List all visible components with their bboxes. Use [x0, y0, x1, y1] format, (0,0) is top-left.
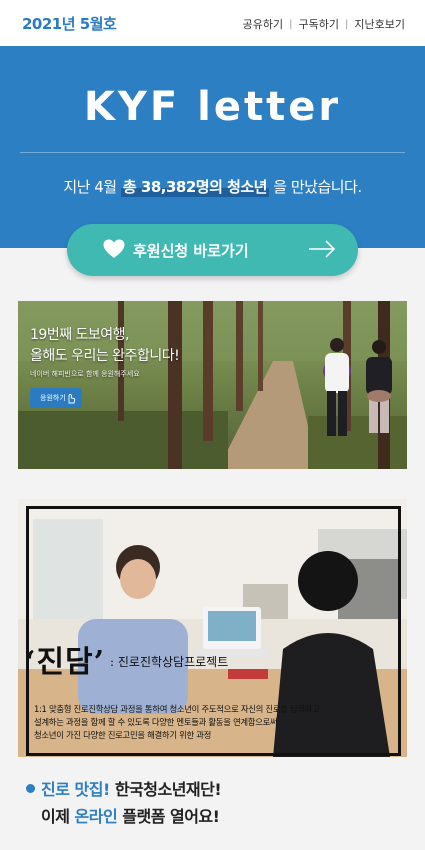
article-headline[interactable]: 진로 맛집! 한국청소년재단! 이제 온라인 플랫폼 열어요! — [26, 776, 222, 830]
arrow-right-icon — [309, 240, 336, 258]
top-links: 공유하기 | 구독하기 | 지난호보기 — [243, 16, 405, 32]
newsletter-title: KYF letter — [83, 84, 342, 130]
heart-icon — [103, 239, 125, 258]
headline-text-2b: 플랫폼 열어요! — [117, 807, 220, 826]
hero-sub-before: 지난 4월 — [63, 178, 117, 196]
hero-subtitle: 지난 4월 총 38,382명의 청소년 을 만났습니다. — [0, 176, 425, 197]
hero-divider — [20, 152, 405, 153]
issue-label: 2021년 5월호 — [22, 15, 117, 33]
headline-highlight-2: 온라인 — [74, 807, 118, 826]
cheer-button-label: 응원하기 — [40, 394, 66, 402]
donate-button-label: 후원신청 바로가기 — [133, 242, 249, 260]
top-bar: 2021년 5월호 공유하기 | 구독하기 | 지난호보기 — [0, 0, 425, 46]
jindam-description: 1:1 맞춤형 진로진학상담 과정을 통하여 청소년이 주도적으로 자신의 진로… — [34, 703, 320, 742]
jindam-desc-line2: 설계하는 과정을 함께 할 수 있도록 다양한 멘토들과 활동을 연계함으로써 — [34, 717, 278, 727]
headline-line2: 이제 온라인 플랫폼 열어요! — [26, 803, 221, 830]
walking-trip-title: 19번째 도보여행, 올해도 우리는 완주합니다! — [30, 325, 180, 367]
walking-trip-title-line2: 올해도 우리는 완주합니다! — [30, 348, 180, 364]
donate-button[interactable]: 후원신청 바로가기 — [67, 224, 358, 276]
walking-trip-banner[interactable]: 19번째 도보여행, 올해도 우리는 완주합니다! 네이버 해피빈으로 함께 응… — [18, 301, 407, 469]
walking-trip-title-line1: 19번째 도보여행, — [30, 327, 130, 343]
hero-sub-after: 을 만났습니다. — [273, 178, 362, 196]
jindam-desc-line1: 1:1 맞춤형 진로진학상담 과정을 통하여 청소년이 주도적으로 자신의 진로… — [34, 704, 320, 714]
share-link[interactable]: 공유하기 — [243, 16, 283, 32]
walking-trip-caption: 네이버 해피빈으로 함께 응원해주세요 — [30, 370, 140, 378]
headline-highlight-1: 진로 맛집! — [41, 780, 110, 799]
bullet-dot-icon — [26, 784, 35, 793]
hand-icon — [68, 394, 76, 404]
subscribe-link[interactable]: 구독하기 — [299, 16, 339, 32]
divider: | — [345, 18, 349, 30]
cheer-button[interactable]: 응원하기 — [30, 388, 82, 408]
divider: | — [289, 18, 293, 30]
jindam-desc-line3: 청소년이 가진 다양한 진로고민을 해결하기 위한 과정 — [34, 730, 212, 740]
archive-link[interactable]: 지난호보기 — [354, 16, 405, 32]
hero-section: KYF letter 지난 4월 총 38,382명의 청소년 을 만났습니다. — [0, 46, 425, 248]
headline-text-1: 한국청소년재단! — [109, 780, 222, 799]
jindam-title: ‘진담’ — [25, 645, 106, 680]
jindam-subtitle: : 진로진학상담프로젝트 — [110, 655, 229, 669]
hero-sub-highlight: 총 38,382명의 청소년 — [122, 178, 268, 196]
headline-text-2a: 이제 — [41, 807, 75, 826]
headline-line1: 진로 맛집! 한국청소년재단! — [26, 776, 222, 803]
